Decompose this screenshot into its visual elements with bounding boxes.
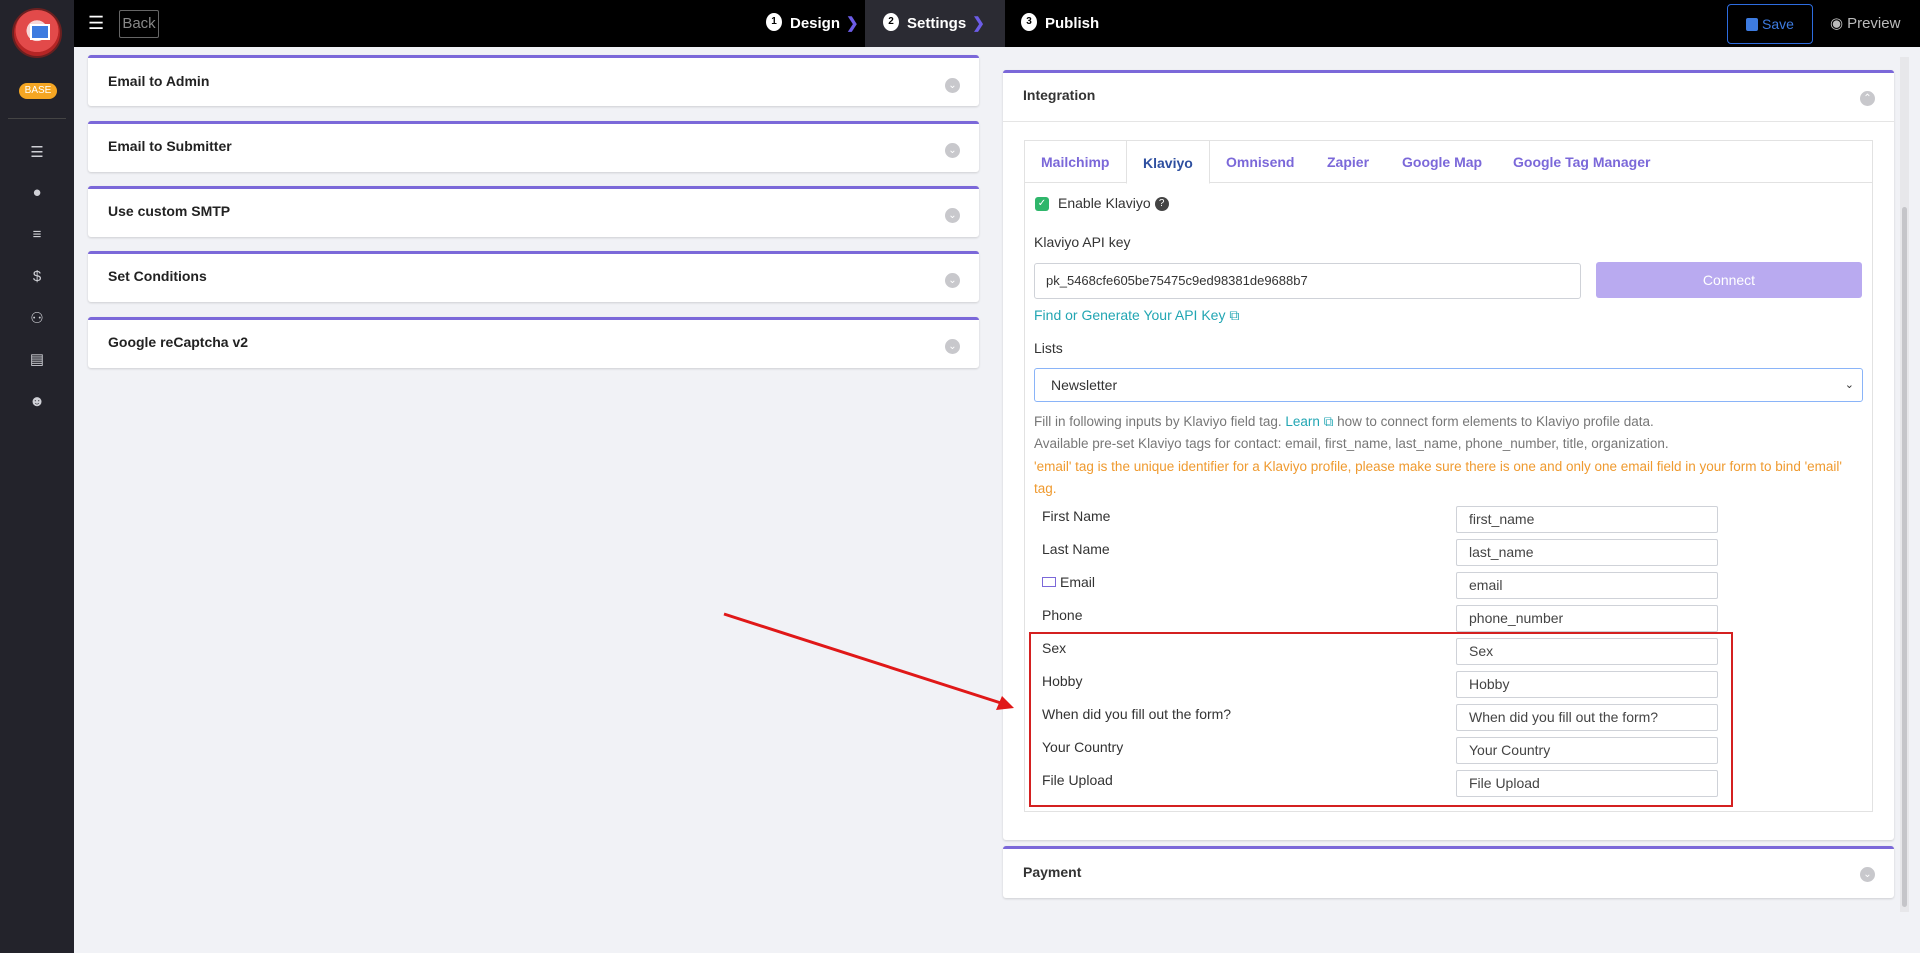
chevron-down-icon[interactable]: ⌄ [945,143,960,158]
field-label: Phone [1042,607,1083,623]
step-settings[interactable]: 2 Settings ❯ [865,0,1005,47]
tab-klaviyo[interactable]: Klaviyo [1126,140,1210,184]
step-publish[interactable]: 3 Publish [1021,0,1099,47]
card-set-conditions[interactable]: Set Conditions ⌄ [88,251,979,302]
chevron-right-icon: ❯ [846,15,859,32]
card-google-recaptcha[interactable]: Google reCaptcha v2 ⌄ [88,317,979,368]
chevron-down-icon: ⌄ [1844,379,1854,391]
dollar-icon[interactable]: $ [27,267,47,287]
payment-title: Payment [1023,864,1082,880]
preview-button[interactable]: ◉ Preview [1830,14,1900,32]
users-icon[interactable]: ⚇ [27,309,47,329]
chevron-right-icon: ❯ [972,15,985,32]
field-label: First Name [1042,508,1111,524]
card-email-to-admin[interactable]: Email to Admin ⌄ [88,55,979,106]
tab-omnisend[interactable]: Omnisend [1226,141,1294,183]
right-scrollbar[interactable] [1900,57,1909,912]
enable-klaviyo-checkbox[interactable]: ✓ [1035,197,1049,211]
list-icon[interactable]: ☰ [27,143,47,163]
user-icon[interactable]: ● [27,183,47,203]
eye-icon: ◉ [1830,15,1844,32]
app-logo[interactable] [12,8,62,58]
highlight-box [1029,632,1733,807]
left-rail: BASE ☰ ● ≡ $ ⚇ ▤ ☻ [0,0,74,953]
menu-icon[interactable]: ≡ [27,225,47,245]
chevron-up-icon[interactable]: ⌃ [1860,91,1875,106]
lists-select[interactable]: Newsletter ⌄ [1034,368,1863,402]
api-key-label: Klaviyo API key [1034,234,1131,250]
info-preset-tags: Available pre-set Klaviyo tags for conta… [1034,436,1669,451]
chevron-down-icon[interactable]: ⌄ [1860,867,1875,882]
tab-google-tag-manager[interactable]: Google Tag Manager [1513,141,1650,183]
api-key-input[interactable]: pk_5468cfe605be75475c9ed98381de9688b7 [1034,263,1581,299]
external-link-icon: ⧉ [1229,307,1240,323]
tab-zapier[interactable]: Zapier [1327,141,1369,183]
document-icon[interactable]: ▤ [27,350,47,370]
info-field-tag: Fill in following inputs by Klaviyo fiel… [1034,414,1654,429]
field-input[interactable]: phone_number [1456,605,1718,632]
chevron-down-icon[interactable]: ⌄ [945,78,960,93]
scrollbar-thumb[interactable] [1902,207,1907,907]
header-divider [1003,121,1894,122]
plan-badge: BASE [19,83,57,99]
external-link-icon: ⧉ [1323,414,1334,429]
mail-icon [1042,577,1056,587]
learn-link[interactable]: Learn ⧉ [1285,414,1333,429]
email-warning: 'email' tag is the unique identifier for… [1034,459,1842,496]
api-key-link[interactable]: Find or Generate Your API Key ⧉ [1034,307,1239,324]
rail-divider [8,118,66,119]
field-label-email: Email [1042,574,1095,590]
field-input[interactable]: first_name [1456,506,1718,533]
step-design[interactable]: 1 Design ❯ [758,0,867,47]
smile-icon[interactable]: ☻ [27,392,47,412]
back-button[interactable]: Back [119,10,159,38]
chevron-down-icon[interactable]: ⌄ [945,208,960,223]
tab-google-map[interactable]: Google Map [1402,141,1482,183]
integration-title: Integration [1023,87,1096,103]
chevron-down-icon[interactable]: ⌄ [945,339,960,354]
top-bar: ☰ Back 1 Design ❯ 2 Settings ❯ 3 Publish Save… [74,0,1920,47]
field-input[interactable]: email [1456,572,1718,599]
enable-klaviyo-label: Enable Klaviyo? [1058,195,1169,212]
field-label: Last Name [1042,541,1110,557]
hamburger-icon[interactable]: ☰ [88,13,104,33]
card-email-to-submitter[interactable]: Email to Submitter ⌄ [88,121,979,172]
chevron-down-icon[interactable]: ⌄ [945,273,960,288]
payment-card[interactable]: Payment ⌄ [1003,846,1894,898]
field-input[interactable]: last_name [1456,539,1718,566]
help-icon[interactable]: ? [1154,197,1169,212]
card-custom-smtp[interactable]: Use custom SMTP ⌄ [88,186,979,237]
connect-button[interactable]: Connect [1596,262,1862,298]
save-icon [1746,17,1759,31]
integration-tabs: Mailchimp Klaviyo Omnisend Zapier Google… [1024,140,1873,184]
tab-mailchimp[interactable]: Mailchimp [1041,141,1109,183]
lists-label: Lists [1034,340,1063,356]
save-button[interactable]: Save [1727,4,1813,44]
annotation-arrow [723,612,1014,710]
